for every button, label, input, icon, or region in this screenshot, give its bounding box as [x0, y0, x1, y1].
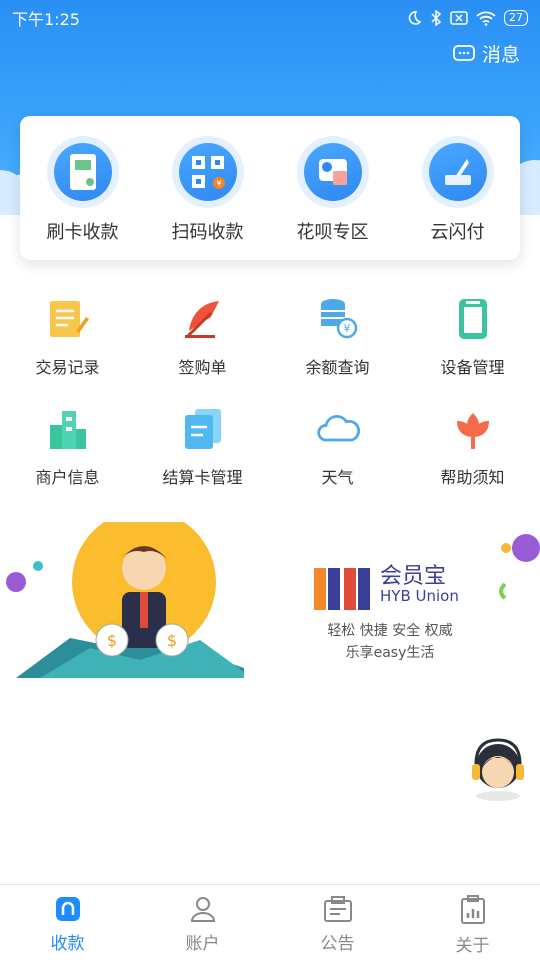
tab-label: 账户: [185, 934, 220, 954]
grid-item-label: 天气: [321, 468, 354, 487]
tab-collect[interactable]: 收款: [0, 885, 135, 960]
moon-icon: [408, 11, 422, 25]
clipboard-chart-icon: [460, 895, 485, 924]
tab-label: 公告: [320, 934, 355, 954]
status-bar: 下午1:25 27: [0, 0, 540, 36]
grid-item-label: 商户信息: [35, 468, 100, 487]
user-icon: [190, 897, 215, 922]
grid-item-merchant[interactable]: 商户信息: [0, 406, 135, 488]
chat-bubble-icon: [453, 44, 475, 61]
flower-icon: [456, 413, 489, 449]
grid-item-label: 结算卡管理: [162, 468, 243, 487]
grid-item-devices[interactable]: 设备管理: [405, 296, 540, 378]
bluetooth-icon: [431, 10, 442, 26]
brand-subtitle: HYB Union: [380, 587, 459, 605]
notepad-pencil-icon: [49, 301, 89, 337]
svg-text:¥: ¥: [343, 322, 350, 335]
slogan-line-2: 乐享easy生活: [345, 645, 435, 661]
cloud-pay-icon: [444, 159, 471, 185]
quick-action-label: 刷卡收款: [46, 222, 119, 243]
grid-item-receipts[interactable]: 签购单: [135, 296, 270, 378]
quick-action-cloud-pay[interactable]: 云闪付: [403, 136, 513, 260]
battery-level: 27: [504, 10, 528, 26]
quick-actions-card: 刷卡收款 ¥ 扫码收款 花呗专区 云闪付: [20, 116, 520, 260]
notice-icon: [323, 896, 352, 922]
hyb-brand: 会员宝 HYB Union: [380, 564, 459, 605]
grid-item-label: 设备管理: [440, 358, 505, 377]
tab-about[interactable]: 关于: [405, 885, 540, 960]
message-button[interactable]: 消息: [452, 40, 520, 67]
slogan-line-1: 轻松 快捷 安全 权威: [327, 623, 453, 639]
tab-label: 关于: [455, 936, 490, 956]
feather-icon: [184, 301, 219, 339]
huabei-icon: [318, 159, 347, 185]
card-reader-icon: [69, 154, 96, 190]
coins-search-icon: ¥: [320, 299, 357, 339]
bottom-tab-bar: 收款 账户 公告 关于: [0, 884, 540, 960]
tab-notice[interactable]: 公告: [270, 885, 405, 960]
feature-grid: 交易记录 签购单 ¥ 余额查询 设备管理 商户信息 结算卡管理 天气 帮助须知: [0, 296, 540, 488]
quick-action-card-pay[interactable]: 刷卡收款: [28, 136, 138, 260]
grid-item-label: 帮助须知: [440, 468, 505, 487]
status-time: 下午1:25: [12, 10, 80, 29]
brand-name: 会员宝: [380, 564, 447, 589]
quick-action-label: 扫码收款: [171, 222, 244, 243]
sim-icon: [450, 11, 468, 25]
grid-item-label: 签购单: [178, 358, 227, 377]
customer-service-button[interactable]: [466, 734, 530, 802]
wifi-icon: [476, 11, 496, 26]
cards-icon: [184, 409, 221, 449]
banner-slogan: 轻松 快捷 安全 权威 乐享easy生活: [300, 620, 480, 664]
device-icon: [458, 299, 487, 339]
svg-text:¥: ¥: [216, 179, 221, 188]
quick-action-label: 花呗专区: [296, 222, 369, 243]
quick-action-scan-pay[interactable]: ¥ 扫码收款: [153, 136, 263, 260]
cloud-icon: [316, 415, 360, 442]
home-icon: [55, 897, 80, 921]
grid-item-label: 余额查询: [305, 358, 370, 377]
grid-item-weather[interactable]: 天气: [270, 406, 405, 488]
grid-item-settlement-card[interactable]: 结算卡管理: [135, 406, 270, 488]
svg-text:$: $: [107, 631, 117, 650]
qr-scan-icon: ¥: [191, 156, 225, 189]
svg-text:$: $: [167, 631, 177, 650]
quick-action-label: 云闪付: [430, 222, 485, 243]
quick-action-huabei[interactable]: 花呗专区: [278, 136, 388, 260]
tab-label: 收款: [50, 934, 85, 954]
buildings-icon: [49, 411, 86, 449]
grid-item-balance[interactable]: ¥ 余额查询: [270, 296, 405, 378]
grid-item-label: 交易记录: [35, 358, 100, 377]
grid-item-help[interactable]: 帮助须知: [405, 406, 540, 488]
headset-agent-icon: [472, 738, 524, 801]
message-label: 消息: [481, 44, 520, 66]
tab-account[interactable]: 账户: [135, 885, 270, 960]
grid-item-transactions[interactable]: 交易记录: [0, 296, 135, 378]
